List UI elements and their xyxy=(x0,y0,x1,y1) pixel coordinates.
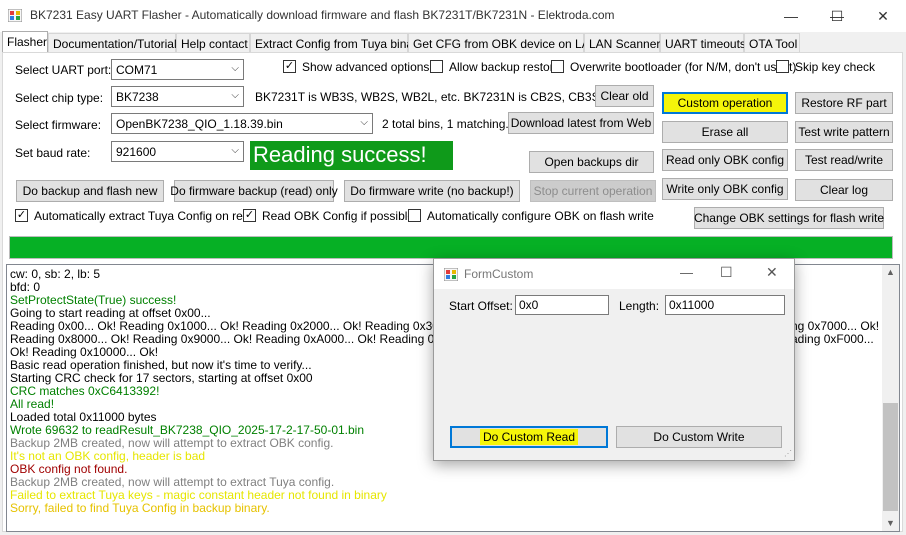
close-button[interactable]: ✕ xyxy=(860,0,906,32)
tab-lan-scanner[interactable]: LAN Scanner xyxy=(584,33,660,53)
download-latest-button[interactable]: Download latest from Web xyxy=(508,112,654,134)
chip-type-value: BK7238 xyxy=(116,90,159,104)
skip-key-check-checkbox[interactable] xyxy=(776,60,789,73)
firmware-value: OpenBK7238_QIO_1.18.39.bin xyxy=(116,117,283,131)
progress-fill xyxy=(10,237,892,258)
chip-note: BK7231T is WB3S, WB2S, WB2L, etc. BK7231… xyxy=(255,90,623,104)
uart-port-select[interactable]: COM71 ⌵ xyxy=(111,59,244,80)
start-offset-input[interactable]: 0x0 xyxy=(515,295,609,315)
uart-port-label: Select UART port: xyxy=(15,63,112,77)
tab-strip: Flasher Documentation/Tutorials Help con… xyxy=(0,31,906,53)
stop-operation-button[interactable]: Stop current operation xyxy=(530,180,656,202)
maximize-button[interactable]: ☐ xyxy=(814,0,860,32)
tab-get-cfg[interactable]: Get CFG from OBK device on LAN xyxy=(408,33,598,53)
show-advanced-label: Show advanced options xyxy=(302,60,430,74)
length-input[interactable]: 0x11000 xyxy=(665,295,785,315)
log-line-fragment: ading 0xF000... xyxy=(791,332,874,346)
window-title: BK7231 Easy UART Flasher - Automatically… xyxy=(30,8,615,22)
baud-rate-select[interactable]: 921600 ⌵ xyxy=(111,141,244,162)
form-custom-dialog: FormCustom — ☐ ✕ Start Offset: 0x0 Lengt… xyxy=(433,258,795,461)
tab-ota-tool[interactable]: OTA Tool xyxy=(744,33,800,53)
show-advanced-checkbox[interactable]: ✓ xyxy=(283,60,296,73)
status-message: Reading success! xyxy=(250,141,453,170)
scroll-up-icon[interactable]: ▲ xyxy=(886,267,895,277)
auto-extract-tuya-label: Automatically extract Tuya Config on rea… xyxy=(34,209,257,223)
dialog-minimize-button[interactable]: — xyxy=(680,265,693,280)
chevron-down-icon: ⌵ xyxy=(231,90,239,101)
erase-all-button[interactable]: Erase all xyxy=(662,121,788,143)
uart-port-value: COM71 xyxy=(116,63,158,77)
progress-bar xyxy=(9,236,893,259)
firmware-select[interactable]: OpenBK7238_QIO_1.18.39.bin ⌵ xyxy=(111,113,373,134)
change-obk-settings-button[interactable]: Change OBK settings for flash write xyxy=(694,207,884,229)
clear-old-button[interactable]: Clear old xyxy=(595,85,654,107)
firmware-write-button[interactable]: Do firmware write (no backup!) xyxy=(344,180,520,202)
dialog-close-button[interactable]: ✕ xyxy=(766,264,778,281)
read-only-obk-button[interactable]: Read only OBK config xyxy=(662,149,788,171)
auto-configure-obk-label: Automatically configure OBK on flash wri… xyxy=(427,209,654,223)
firmware-label: Select firmware: xyxy=(15,118,102,132)
test-write-pattern-button[interactable]: Test write pattern xyxy=(795,121,893,143)
test-read-write-button[interactable]: Test read/write xyxy=(795,149,893,171)
open-backups-button[interactable]: Open backups dir xyxy=(529,151,654,173)
app-icon xyxy=(444,268,458,281)
resize-grip-icon[interactable]: ⋰ xyxy=(784,449,792,458)
log-line: Sorry, failed to find Tuya Config in bac… xyxy=(10,501,270,515)
tab-uart-timeouts[interactable]: UART timeouts xyxy=(660,33,746,53)
length-label: Length: xyxy=(619,299,660,313)
bins-note: 2 total bins, 1 matching. xyxy=(382,117,509,131)
custom-read-label: Do Custom Read xyxy=(479,429,579,445)
auto-configure-obk-checkbox[interactable] xyxy=(408,209,421,222)
tab-extract-config[interactable]: Extract Config from Tuya binary xyxy=(250,33,423,53)
dialog-title-bar: FormCustom — ☐ ✕ xyxy=(434,259,794,289)
backup-flash-new-button[interactable]: Do backup and flash new xyxy=(16,180,164,202)
firmware-backup-button[interactable]: Do firmware backup (read) only xyxy=(170,180,338,202)
custom-read-button[interactable]: Do Custom Read xyxy=(450,426,608,448)
dialog-title: FormCustom xyxy=(464,267,534,281)
overwrite-bootloader-label: Overwrite bootloader (for N/M, don't use… xyxy=(570,60,797,74)
custom-operation-button[interactable]: Custom operation xyxy=(662,92,788,114)
tab-documentation[interactable]: Documentation/Tutorials xyxy=(48,33,183,53)
tab-flasher[interactable]: Flasher xyxy=(2,31,48,53)
clear-log-button[interactable]: Clear log xyxy=(795,179,893,201)
log-scrollbar[interactable]: ▲ ▼ xyxy=(882,265,899,531)
chevron-down-icon: ⌵ xyxy=(360,117,368,128)
allow-backup-restore-label: Allow backup restore xyxy=(449,60,561,74)
start-offset-label: Start Offset: xyxy=(449,299,513,313)
overwrite-bootloader-checkbox[interactable] xyxy=(551,60,564,73)
chevron-down-icon: ⌵ xyxy=(231,63,239,74)
write-only-obk-button[interactable]: Write only OBK config xyxy=(662,178,788,200)
restore-rf-button[interactable]: Restore RF part xyxy=(795,92,893,114)
scroll-down-icon[interactable]: ▼ xyxy=(886,518,895,528)
skip-key-check-label: Skip key check xyxy=(795,60,876,74)
minimize-button[interactable]: — xyxy=(768,0,814,32)
baud-rate-value: 921600 xyxy=(116,145,157,159)
allow-backup-restore-checkbox[interactable] xyxy=(430,60,443,73)
baud-rate-label: Set baud rate: xyxy=(15,146,91,160)
auto-extract-tuya-checkbox[interactable]: ✓ xyxy=(15,209,28,222)
dialog-maximize-button[interactable]: ☐ xyxy=(720,264,733,281)
read-obk-config-label: Read OBK Config if possible xyxy=(262,209,415,223)
scroll-thumb[interactable] xyxy=(883,403,898,511)
chevron-down-icon: ⌵ xyxy=(231,145,239,156)
chip-type-select[interactable]: BK7238 ⌵ xyxy=(111,86,244,107)
custom-write-button[interactable]: Do Custom Write xyxy=(616,426,782,448)
tab-help-contact[interactable]: Help contact xyxy=(176,33,250,53)
read-obk-config-checkbox[interactable]: ✓ xyxy=(243,209,256,222)
chip-type-label: Select chip type: xyxy=(15,91,104,105)
app-icon xyxy=(8,9,22,22)
